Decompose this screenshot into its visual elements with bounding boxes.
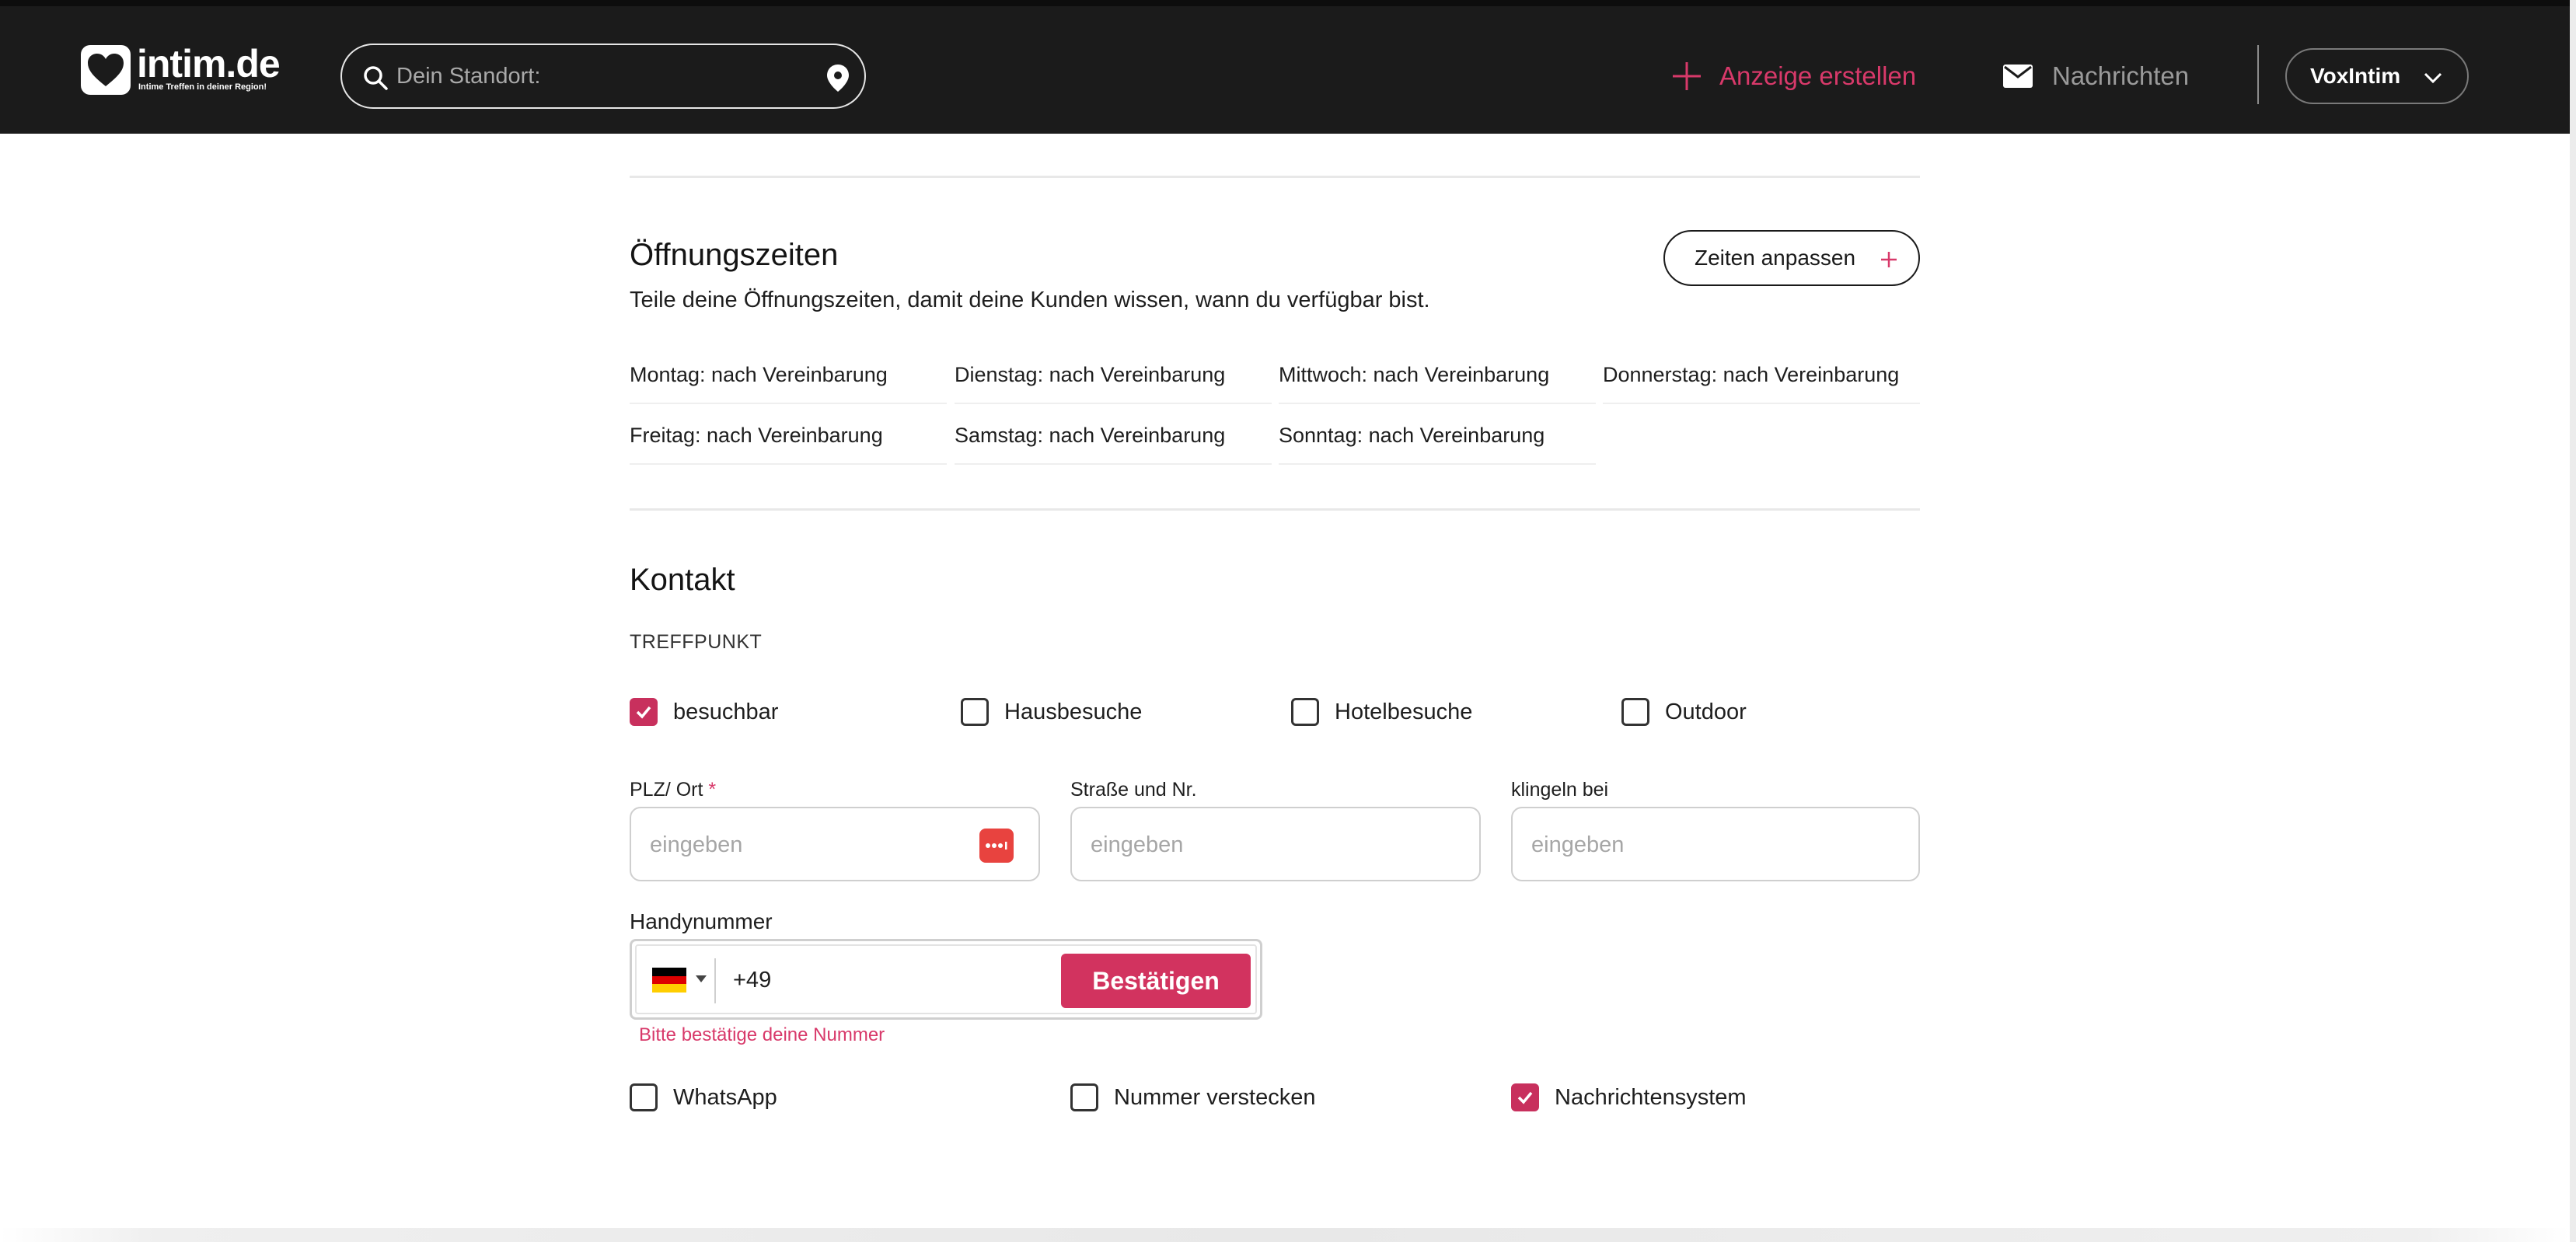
header: intim.de Intime Treffen in deiner Region… — [0, 6, 2570, 134]
checkbox-label: WhatsApp — [673, 1084, 777, 1110]
checkbox-label: besuchbar — [673, 699, 779, 724]
checkbox-box[interactable] — [961, 698, 989, 726]
checkmark-icon — [636, 706, 651, 719]
checkbox-message-system[interactable]: Nachrichtensystem — [1511, 1083, 1747, 1111]
zip-field — [630, 807, 1040, 881]
hours-thursday: Donnerstag: nach Vereinbarung — [1603, 358, 1920, 404]
messages-label: Nachrichten — [2052, 61, 2190, 90]
checkmark-icon — [1517, 1091, 1533, 1104]
location-search-input[interactable] — [396, 58, 801, 95]
hours-wednesday: Mittwoch: nach Vereinbarung — [1279, 358, 1596, 404]
envelope-icon — [2003, 65, 2033, 88]
street-label: Straße und Nr. — [1070, 779, 1197, 801]
chevron-down-icon — [2424, 72, 2442, 84]
plus-icon — [1673, 62, 1701, 90]
opening-hours-description: Teile deine Öffnungszeiten, damit deine … — [630, 288, 1430, 312]
checkbox-label: Hausbesuche — [1004, 699, 1143, 724]
flag-separator — [714, 958, 716, 1003]
checkbox-box[interactable] — [630, 1083, 658, 1111]
checkbox-besuchbar[interactable]: besuchbar — [630, 698, 778, 726]
checkbox-hausbesuche[interactable]: Hausbesuche — [961, 698, 1142, 726]
logo[interactable]: intim.de Intime Treffen in deiner Region… — [81, 42, 298, 99]
create-ad-link[interactable]: Anzeige erstellen — [1671, 54, 1916, 98]
zip-label-text: PLZ/ Ort — [630, 779, 703, 801]
checkbox-box[interactable] — [1621, 698, 1649, 726]
street-input[interactable] — [1091, 827, 1386, 863]
checkbox-label: Nummer verstecken — [1114, 1084, 1316, 1110]
zip-input[interactable] — [650, 827, 945, 863]
hours-sunday: Sonntag: nach Vereinbarung — [1279, 418, 1596, 465]
checkbox-box[interactable] — [630, 698, 658, 726]
plus-icon — [1881, 252, 1897, 267]
checkbox-label: Outdoor — [1665, 699, 1747, 724]
checkbox-box[interactable] — [1511, 1083, 1539, 1111]
password-manager-icon[interactable] — [979, 829, 1014, 863]
page: intim.de Intime Treffen in deiner Region… — [0, 0, 2576, 1242]
header-divider — [2257, 45, 2259, 104]
user-menu-button[interactable]: VoxIntim — [2285, 48, 2469, 104]
contact-title: Kontakt — [630, 563, 735, 597]
checkbox-hotelbesuche[interactable]: Hotelbesuche — [1291, 698, 1472, 726]
phone-label: Handynummer — [630, 909, 773, 933]
checkbox-outdoor[interactable]: Outdoor — [1621, 698, 1747, 726]
section-divider — [630, 508, 1920, 511]
meeting-point-label: TREFFPUNKT — [630, 631, 763, 653]
location-pin-icon[interactable] — [822, 62, 853, 93]
checkbox-box[interactable] — [1070, 1083, 1098, 1111]
logo-text: intim.de — [137, 42, 281, 85]
phone-field-inner: Bestätigen — [635, 944, 1257, 1014]
street-field — [1070, 807, 1481, 881]
phone-field: Bestätigen — [630, 939, 1262, 1020]
germany-flag-icon[interactable] — [652, 968, 686, 993]
bell-field — [1511, 807, 1920, 881]
phone-input[interactable] — [733, 961, 1028, 999]
hours-friday: Freitag: nach Vereinbarung — [630, 418, 947, 465]
checkbox-label: Hotelbesuche — [1335, 699, 1473, 724]
confirm-phone-button[interactable]: Bestätigen — [1061, 954, 1251, 1008]
hours-monday: Montag: nach Vereinbarung — [630, 358, 947, 404]
checkbox-label: Nachrichtensystem — [1555, 1084, 1747, 1110]
zip-label: PLZ/ Ort * — [630, 779, 716, 801]
bell-input[interactable] — [1531, 827, 1827, 863]
adjust-times-label: Zeiten anpassen — [1695, 246, 1856, 270]
footer-shadow — [0, 1228, 2570, 1242]
checkbox-whatsapp[interactable]: WhatsApp — [630, 1083, 777, 1111]
hours-saturday: Samstag: nach Vereinbarung — [955, 418, 1272, 465]
hours-tuesday: Dienstag: nach Vereinbarung — [955, 358, 1272, 404]
heart-logo-icon — [81, 45, 131, 95]
messages-link[interactable]: Nachrichten — [2002, 54, 2189, 98]
user-name: VoxIntim — [2310, 64, 2401, 88]
phone-error-message: Bitte bestätige deine Nummer — [639, 1024, 885, 1045]
logo-subtitle: Intime Treffen in deiner Region! — [138, 82, 267, 92]
top-edge — [0, 0, 2576, 6]
scrollbar-track — [2570, 0, 2576, 1242]
required-mark: * — [708, 779, 717, 801]
location-search — [340, 44, 866, 109]
adjust-times-button[interactable]: Zeiten anpassen — [1663, 230, 1920, 286]
caret-down-icon[interactable] — [696, 975, 707, 982]
bell-label: klingeln bei — [1511, 779, 1609, 801]
checkbox-box[interactable] — [1291, 698, 1319, 726]
section-divider — [630, 176, 1920, 178]
search-icon — [364, 66, 388, 90]
opening-hours-title: Öffnungszeiten — [630, 238, 839, 272]
create-ad-label: Anzeige erstellen — [1719, 61, 1917, 90]
checkbox-hide-number[interactable]: Nummer verstecken — [1070, 1083, 1315, 1111]
